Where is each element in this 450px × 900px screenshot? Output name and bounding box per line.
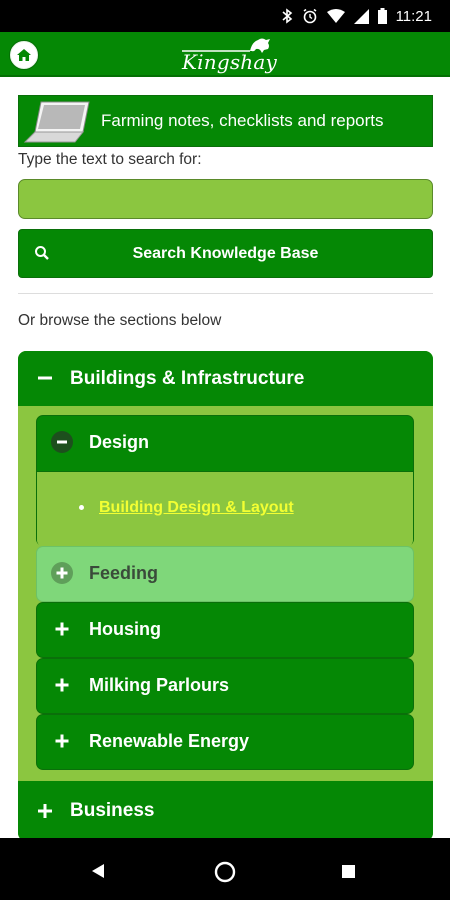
subsection-label: Milking Parlours bbox=[89, 675, 230, 695]
subsection-milking-parlours[interactable]: Milking Parlours bbox=[36, 658, 414, 714]
search-input[interactable] bbox=[18, 179, 433, 219]
subsection-header-design[interactable]: Design bbox=[37, 416, 413, 471]
home-icon bbox=[17, 49, 31, 61]
bluetooth-icon bbox=[281, 8, 293, 24]
browse-hint-label: Or browse the sections below bbox=[18, 312, 222, 329]
collapse-icon bbox=[34, 367, 56, 389]
search-button-label: Search Knowledge Base bbox=[132, 244, 319, 262]
alarm-icon bbox=[302, 8, 318, 24]
back-icon[interactable] bbox=[91, 864, 105, 878]
kingshay-logo: Kingshay bbox=[180, 36, 280, 74]
section-header-business[interactable]: Business bbox=[18, 781, 433, 841]
expand-icon bbox=[51, 674, 73, 696]
subsection-design: Design Building Design & Layout bbox=[36, 415, 414, 547]
notes-banner[interactable]: Farming notes, checklists and reports bbox=[18, 95, 433, 147]
navigation-bar bbox=[0, 838, 450, 900]
logo-text: Kingshay bbox=[182, 50, 277, 74]
collapse-icon bbox=[51, 431, 73, 453]
subsection-body-design: Building Design & Layout bbox=[37, 471, 413, 547]
search-hint-label: Type the text to search for: bbox=[18, 151, 202, 168]
wifi-icon bbox=[326, 9, 345, 23]
overview-icon[interactable] bbox=[342, 865, 355, 878]
home-button[interactable] bbox=[9, 40, 39, 70]
banner-label: Farming notes, checklists and reports bbox=[101, 111, 384, 130]
search-knowledge-base-button[interactable]: Search Knowledge Base bbox=[18, 229, 433, 278]
expand-icon bbox=[34, 800, 56, 822]
signal-icon bbox=[353, 8, 369, 24]
status-bar: 11:21 bbox=[0, 0, 450, 32]
home-circle-icon[interactable] bbox=[213, 860, 237, 884]
list-bullet bbox=[79, 505, 84, 510]
expand-icon bbox=[51, 562, 73, 584]
laptop-icon bbox=[23, 101, 90, 143]
section-header-buildings-infrastructure[interactable]: Buildings & Infrastructure bbox=[18, 351, 433, 406]
section-label: Buildings & Infrastructure bbox=[70, 368, 305, 389]
subsection-renewable-energy[interactable]: Renewable Energy bbox=[36, 714, 414, 770]
divider bbox=[18, 293, 433, 294]
subsection-label: Feeding bbox=[89, 563, 159, 583]
section-label: Business bbox=[70, 800, 155, 821]
subsection-label: Housing bbox=[89, 619, 161, 639]
subsection-label: Renewable Energy bbox=[89, 731, 250, 751]
app-header: Kingshay bbox=[0, 32, 450, 77]
battery-icon bbox=[377, 8, 387, 24]
expand-icon bbox=[51, 618, 73, 640]
search-icon bbox=[35, 246, 49, 260]
link-building-design-layout[interactable]: Building Design & Layout bbox=[99, 499, 294, 517]
subsection-label: Design bbox=[89, 432, 150, 452]
subsection-feeding[interactable]: Feeding bbox=[36, 546, 414, 602]
subsection-housing[interactable]: Housing bbox=[36, 602, 414, 658]
expand-icon bbox=[51, 730, 73, 752]
section-buildings-infrastructure: Buildings & Infrastructure Design Buildi… bbox=[18, 351, 433, 841]
status-time: 11:21 bbox=[395, 7, 432, 25]
